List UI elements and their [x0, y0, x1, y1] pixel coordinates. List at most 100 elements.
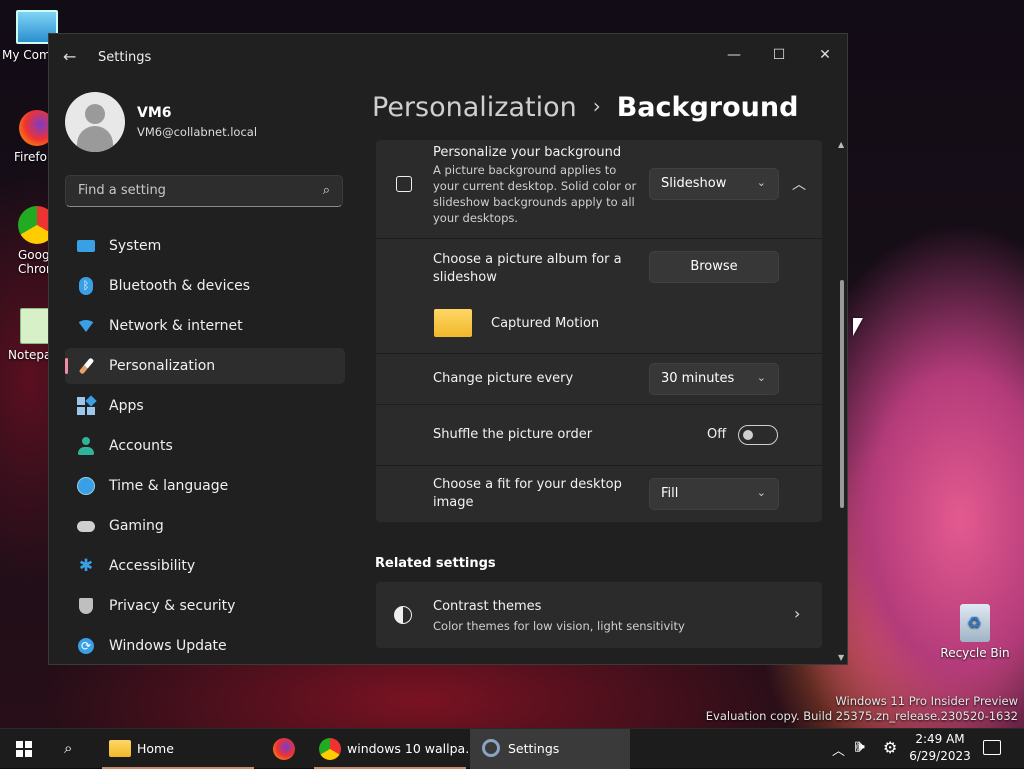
- desktop-icon-label: Recycle Bin: [940, 646, 1010, 660]
- background-settings-card: Personalize your background A picture ba…: [376, 140, 822, 522]
- taskbar-chrome[interactable]: windows 10 wallpa...: [314, 729, 477, 769]
- fit-dropdown[interactable]: Fill ⌄: [649, 478, 779, 510]
- album-folder-name: Captured Motion: [491, 316, 600, 331]
- sidebar-item-bluetooth[interactable]: ᛒ Bluetooth & devices: [65, 268, 345, 304]
- shuffle-toggle[interactable]: [738, 425, 778, 445]
- os-watermark: Windows 11 Pro Insider Preview Evaluatio…: [706, 694, 1018, 724]
- sidebar-item-system[interactable]: System: [65, 228, 345, 264]
- sidebar-item-label: System: [109, 238, 162, 254]
- dropdown-value: Fill: [661, 486, 679, 501]
- system-icon: [77, 237, 95, 255]
- chevron-up-icon[interactable]: ︿: [792, 174, 806, 194]
- taskbar-search-button[interactable]: ⌕: [52, 729, 92, 769]
- scroll-up-arrow-icon[interactable]: ▲: [838, 140, 844, 149]
- notification-icon[interactable]: [983, 740, 1001, 755]
- avatar[interactable]: [65, 92, 125, 152]
- avatar-body: [77, 126, 113, 152]
- chevron-down-icon: ⌄: [756, 486, 766, 499]
- taskbar-file-explorer[interactable]: Home: [102, 729, 254, 769]
- sidebar-item-accessibility[interactable]: ✱ Accessibility: [65, 548, 345, 584]
- maximize-button[interactable]: ☐: [759, 40, 799, 70]
- sidebar-item-accounts[interactable]: Accounts: [65, 428, 345, 464]
- picture-album-row: Choose a picture album for a slideshow B…: [376, 239, 822, 354]
- personalize-background-row: Personalize your background A picture ba…: [376, 140, 822, 239]
- scroll-down-arrow-icon[interactable]: ▼: [838, 653, 844, 662]
- accounts-icon: [77, 437, 95, 455]
- settings-window: ← Settings — ☐ ✕ VM6 VM6@collabnet.local…: [48, 33, 848, 665]
- sidebar-item-gaming[interactable]: Gaming: [65, 508, 345, 544]
- sidebar-item-personalization[interactable]: Personalization: [65, 348, 345, 384]
- sidebar-item-windows-update[interactable]: ⟳ Windows Update: [65, 628, 345, 664]
- taskbar-item-label: Settings: [508, 741, 560, 756]
- shield-icon: [77, 597, 95, 615]
- chevron-up-icon[interactable]: ︿: [832, 740, 845, 759]
- close-button[interactable]: ✕: [805, 40, 845, 70]
- sidebar-item-apps[interactable]: Apps: [65, 388, 345, 424]
- sidebar-item-label: Network & internet: [109, 318, 243, 334]
- taskbar-item-label: windows 10 wallpa...: [347, 741, 478, 756]
- breadcrumb-parent[interactable]: Personalization: [372, 92, 577, 123]
- shuffle-label: Shuffle the picture order: [433, 427, 593, 442]
- start-button[interactable]: [6, 729, 42, 769]
- fit-label: Choose a fit for your desktop image: [433, 477, 622, 510]
- gear-icon[interactable]: ⚙: [883, 738, 897, 757]
- taskbar-settings[interactable]: Settings: [470, 729, 630, 769]
- page-title: Background: [616, 92, 799, 123]
- sidebar-item-privacy[interactable]: Privacy & security: [65, 588, 345, 624]
- chevron-down-icon: ⌄: [756, 176, 766, 189]
- related-settings-heading: Related settings: [375, 556, 496, 571]
- desktop-icon-recycle-bin[interactable]: ♻ Recycle Bin: [940, 604, 1010, 660]
- recycle-bin-icon: ♻: [960, 604, 990, 642]
- gear-icon: [482, 739, 500, 757]
- contrast-themes-link[interactable]: Contrast themes Color themes for low vis…: [376, 582, 822, 648]
- accessibility-icon: ✱: [78, 556, 94, 576]
- breadcrumb-separator-icon: ›: [592, 94, 601, 118]
- sidebar-item-label: Windows Update: [109, 638, 227, 654]
- sidebar-item-label: Privacy & security: [109, 598, 236, 614]
- taskbar: ⌕ Home windows 10 wallpa... Settings ︿ ▯…: [0, 728, 1024, 769]
- sidebar-nav: System ᛒ Bluetooth & devices Network & i…: [65, 228, 345, 668]
- window-title: Settings: [98, 50, 152, 65]
- user-email: VM6@collabnet.local: [137, 125, 258, 139]
- search-icon: ⌕: [64, 739, 73, 757]
- contrast-themes-title: Contrast themes: [433, 599, 542, 614]
- search-box[interactable]: ⌕: [65, 175, 343, 207]
- scrollbar-thumb[interactable]: [840, 280, 844, 508]
- sidebar-item-label: Accounts: [109, 438, 173, 454]
- dropdown-value: 30 minutes: [661, 371, 735, 386]
- minimize-button[interactable]: —: [714, 40, 754, 70]
- dropdown-value: Slideshow: [661, 176, 727, 191]
- sidebar-item-label: Personalization: [109, 358, 216, 374]
- sidebar-item-label: Time & language: [109, 478, 229, 494]
- avatar-head: [85, 104, 105, 124]
- personalize-background-text: Personalize your background A picture ba…: [433, 144, 643, 226]
- clock[interactable]: 2:49 AM 6/29/2023: [906, 731, 974, 765]
- title-bar[interactable]: ← Settings — ☐ ✕: [49, 34, 847, 80]
- search-input[interactable]: [76, 182, 310, 199]
- interval-dropdown[interactable]: 30 minutes ⌄: [649, 363, 779, 395]
- speaker-icon[interactable]: 🕪: [856, 739, 865, 755]
- taskbar-firefox[interactable]: [264, 729, 304, 769]
- folder-icon: [434, 309, 472, 337]
- change-picture-label: Change picture every: [433, 371, 574, 386]
- content-scrollbar[interactable]: ▲ ▼: [838, 140, 846, 662]
- search-icon[interactable]: ⌕: [323, 183, 330, 198]
- update-icon: ⟳: [77, 637, 95, 655]
- sidebar-item-network[interactable]: Network & internet: [65, 308, 345, 344]
- user-name: VM6: [137, 105, 172, 121]
- breadcrumb: Personalization › Background: [372, 92, 798, 123]
- clock-globe-icon: [77, 477, 95, 495]
- taskbar-item-label: Home: [137, 741, 174, 756]
- watermark-line: Windows 11 Pro Insider Preview: [835, 694, 1018, 708]
- gamepad-icon: [77, 517, 95, 535]
- toggle-knob: [743, 430, 753, 440]
- browse-button[interactable]: Browse: [649, 251, 779, 283]
- clock-date: 6/29/2023: [909, 749, 971, 763]
- mouse-cursor-icon: [853, 318, 863, 336]
- folder-icon: [109, 740, 131, 757]
- shuffle-row: Shuffle the picture order Off: [376, 405, 822, 466]
- clock-time: 2:49 AM: [915, 732, 965, 746]
- sidebar-item-time-language[interactable]: Time & language: [65, 468, 345, 504]
- back-arrow-icon[interactable]: ←: [63, 47, 76, 66]
- background-type-dropdown[interactable]: Slideshow ⌄: [649, 168, 779, 200]
